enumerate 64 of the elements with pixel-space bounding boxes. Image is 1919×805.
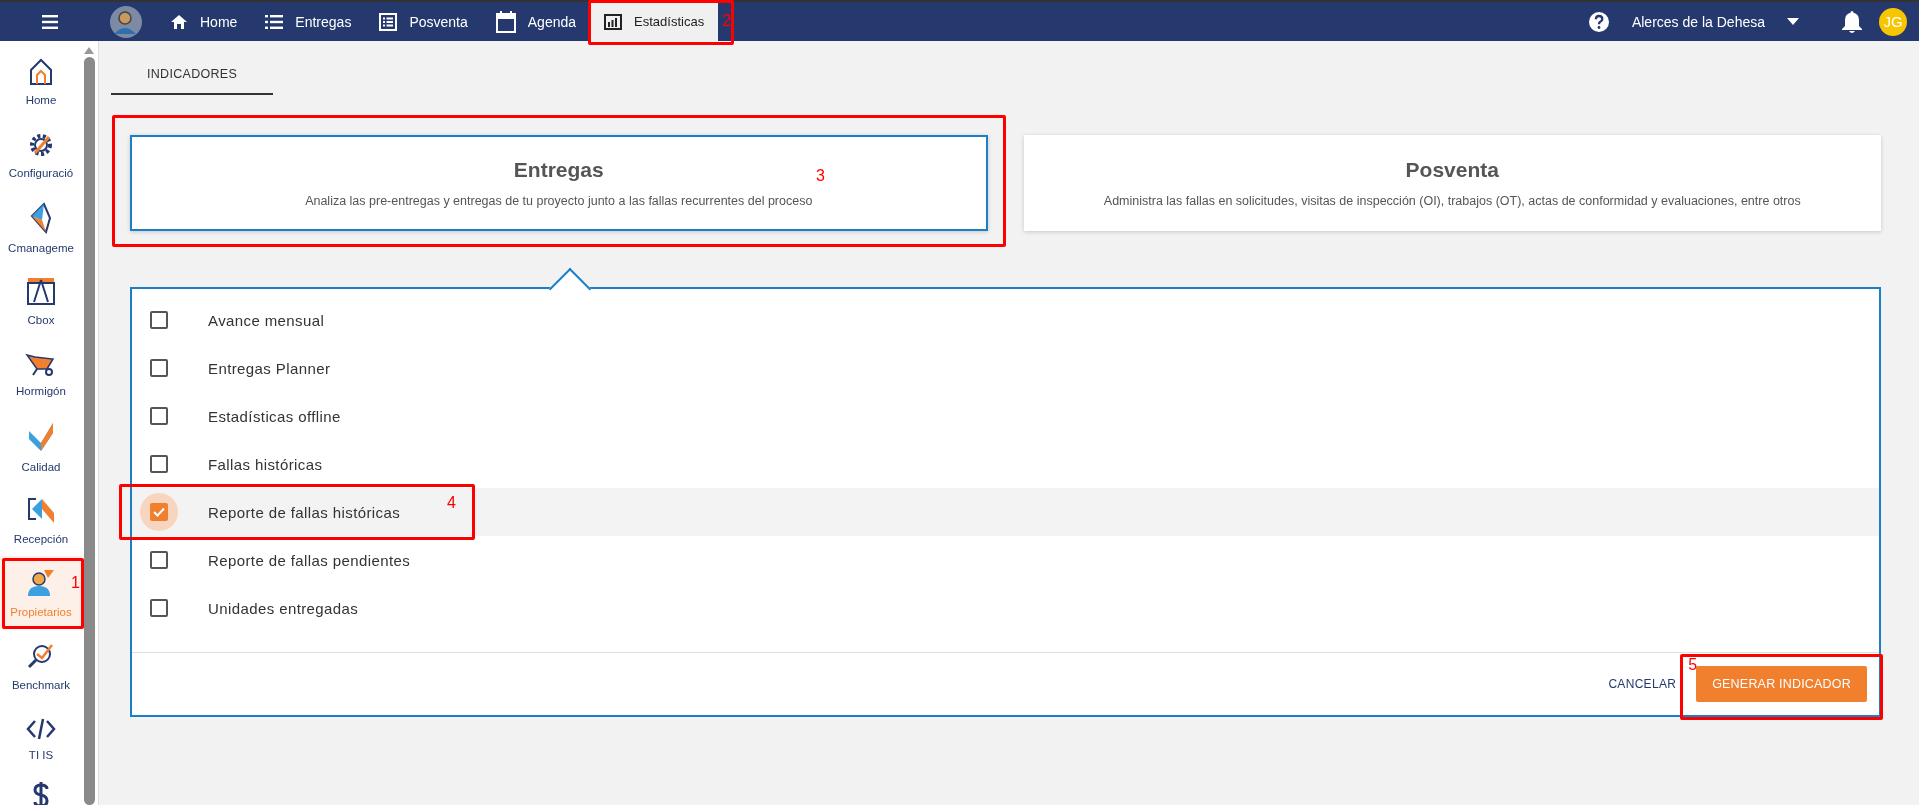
person-icon <box>26 567 56 598</box>
checkbox[interactable] <box>150 599 168 617</box>
form-icon <box>379 12 398 31</box>
card-title: Entregas <box>513 158 604 182</box>
card-title: Posventa <box>1405 158 1499 182</box>
indicator-row[interactable]: Fallas históricas <box>132 440 1879 488</box>
nav-tab[interactable]: Posventa <box>365 2 482 41</box>
cancel-button[interactable]: CANCELAR <box>1608 677 1677 691</box>
project-dropdown[interactable]: Alerces de la Dehesa <box>1631 13 1799 30</box>
list-icon <box>265 14 284 29</box>
indicator-label: Estadísticas offline <box>208 407 341 425</box>
checkbox[interactable] <box>150 407 168 425</box>
tab[interactable]: INDICADORES <box>111 55 274 95</box>
menu-icon[interactable] <box>42 14 58 29</box>
indicator-row[interactable]: Entregas Planner <box>132 344 1879 392</box>
calendar-icon <box>495 10 516 33</box>
indicator-label: Fallas históricas <box>208 455 323 473</box>
checkbox[interactable] <box>150 311 168 329</box>
card-description: Administra las fallas en solicitudes, visitas de inspección (OI), trabajos (OT), actas de conformidad y evaluaciones, entre otros <box>1103 194 1801 208</box>
sidebar-item[interactable]: Calidad <box>0 410 82 483</box>
easel-icon <box>26 275 56 306</box>
annotation-number: 2 <box>722 12 732 30</box>
bell-icon[interactable] <box>1841 9 1863 34</box>
nav-tab[interactable]: Estadísticas <box>590 2 719 41</box>
indicator-label: Unidades entregadas <box>208 599 359 617</box>
house-icon <box>28 57 54 86</box>
annotation-number: 4 <box>447 494 456 512</box>
annotation-number: 3 <box>816 167 825 185</box>
annotation-number: 5 <box>1688 656 1698 674</box>
indicator-label: Reporte de fallas pendientes <box>208 551 411 569</box>
indicator-row[interactable]: Reporte de fallas pendientes <box>132 536 1879 584</box>
checkbox[interactable] <box>150 455 168 473</box>
sidebar-item[interactable]: Cmanageme <box>0 191 82 264</box>
checkbox[interactable] <box>150 359 168 377</box>
nav-tab[interactable]: Home <box>156 2 252 41</box>
sidebar-item[interactable]: Recepción <box>0 483 82 556</box>
avatar-icon[interactable] <box>110 5 142 38</box>
nav-tab[interactable]: Entregas <box>251 2 366 41</box>
annotation-number: 1 <box>71 574 80 592</box>
home-icon <box>170 13 188 30</box>
indicator-row[interactable]: Avance mensual <box>132 296 1879 344</box>
kite-icon <box>28 201 54 234</box>
sidebar-item[interactable]: Configuració <box>0 118 82 191</box>
indicator-label: Reporte de fallas históricas <box>208 503 401 521</box>
checkbox[interactable] <box>150 503 168 521</box>
indicator-label: Avance mensual <box>208 311 325 329</box>
bar-chart-icon <box>604 13 623 30</box>
sidebar-item[interactable]: Home <box>0 45 82 118</box>
indicator-row[interactable]: Estadísticas offline <box>132 392 1879 440</box>
indicator-label: Entregas Planner <box>208 359 331 377</box>
sidebar-item[interactable]: Benchmark <box>0 629 82 702</box>
checkbox[interactable] <box>150 551 168 569</box>
indicator-row[interactable]: Unidades entregadas <box>132 584 1879 632</box>
nav-tab[interactable]: Agenda <box>481 2 591 41</box>
scroll-up-icon[interactable] <box>84 47 94 54</box>
code-icon <box>26 716 56 741</box>
sidebar-item[interactable]: Hormigón <box>0 337 82 410</box>
category-card[interactable]: Posventa Administra las fallas en solicitudes, visitas de inspección (OI), trabajos (OT), actas de conformidad y evaluaciones, entre otros <box>1023 135 1881 231</box>
caret-icon <box>1787 18 1799 25</box>
sidebar-item[interactable]: Cbox <box>0 264 82 337</box>
card-description: Analiza las pre-entregas y entregas de tu proyecto junto a las fallas recurrentes del proceso <box>305 194 813 208</box>
help-icon[interactable] <box>1587 10 1610 33</box>
sidebar-item[interactable]: TI IS <box>0 702 82 775</box>
dollar-icon <box>31 781 51 805</box>
